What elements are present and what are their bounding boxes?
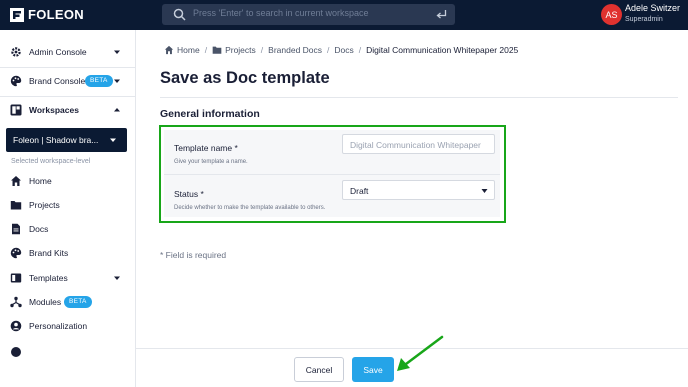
logo-text: FOLEON	[28, 7, 84, 22]
breadcrumb-branded-docs[interactable]: Branded Docs	[268, 45, 322, 55]
status-help: Decide whether to make the template avai…	[174, 205, 326, 211]
sidebar-divider	[0, 96, 135, 97]
foleon-logo[interactable]: FOLEON	[10, 7, 84, 22]
save-button[interactable]: Save	[352, 357, 394, 382]
sidebar-item-admin-console[interactable]: Admin Console	[0, 41, 135, 63]
sidebar: Admin Console Brand Console BETA Workspa…	[0, 30, 136, 387]
status-select[interactable]: Draft	[342, 180, 495, 200]
chevron-down-icon	[114, 79, 120, 83]
search-input[interactable]: Press 'Enter' to search in current works…	[193, 8, 369, 18]
sidebar-item-label: Brand Kits	[29, 248, 69, 258]
sidebar-item-label: Templates	[29, 273, 68, 283]
template-name-label: Template name *	[174, 143, 238, 153]
title-divider	[160, 97, 678, 98]
required-field-note: * Field is required	[160, 250, 227, 260]
template-name-help: Give your template a name.	[174, 159, 248, 165]
breadcrumb: Home / Projects / Branded Docs / Docs / …	[164, 45, 518, 55]
foleon-logo-icon	[10, 7, 24, 22]
chevron-down-icon	[114, 50, 120, 54]
gear-icon	[11, 47, 21, 57]
section-title: General information	[160, 108, 260, 120]
sidebar-item-label: Brand Console	[29, 76, 86, 86]
palette-icon	[10, 247, 22, 259]
sidebar-item-docs[interactable]: Docs	[0, 218, 135, 240]
sidebar-item-label: Projects	[29, 200, 60, 210]
template-name-value: Digital Communication Whitepaper	[350, 140, 481, 150]
sidebar-item-brand-console[interactable]: Brand Console BETA	[0, 70, 135, 92]
sidebar-item-label: Admin Console	[29, 47, 87, 57]
cancel-button[interactable]: Cancel	[294, 357, 344, 382]
sidebar-item-label: Docs	[29, 224, 49, 234]
enter-key-icon	[436, 10, 447, 19]
beta-badge: BETA	[64, 296, 92, 308]
sidebar-item-workspaces[interactable]: Workspaces	[0, 99, 135, 121]
user-circle-icon	[11, 347, 21, 357]
breadcrumb-separator: /	[358, 45, 362, 55]
status-label: Status *	[174, 189, 204, 199]
folder-icon	[10, 201, 22, 210]
breadcrumb-separator: /	[260, 45, 264, 55]
sidebar-item-projects[interactable]: Projects	[0, 194, 135, 216]
beta-badge: BETA	[85, 75, 113, 87]
template-name-field[interactable]: Digital Communication Whitepaper	[342, 134, 495, 154]
chevron-down-icon	[481, 189, 488, 193]
annotation-arrow-icon	[397, 335, 444, 371]
document-icon	[12, 223, 20, 235]
sidebar-item-brand-kits[interactable]: Brand Kits	[0, 242, 135, 264]
sidebar-item-templates[interactable]: Templates	[0, 267, 135, 289]
sidebar-item-label: Personalization	[29, 321, 88, 331]
sidebar-divider	[0, 67, 135, 68]
search-bar[interactable]: Press 'Enter' to search in current works…	[162, 4, 455, 25]
breadcrumb-current: Digital Communication Whitepaper 2025	[366, 45, 519, 55]
palette-icon	[10, 75, 22, 87]
user-name[interactable]: Adele Switzer	[625, 3, 680, 13]
user-circle-icon	[10, 320, 22, 332]
sidebar-item-label: Workspaces	[29, 105, 79, 115]
workspace-selector-value: Foleon | Shadow bra...	[13, 135, 99, 145]
search-icon	[173, 8, 186, 21]
modules-icon	[10, 296, 22, 308]
breadcrumb-home[interactable]: Home	[177, 45, 200, 55]
breadcrumb-separator: /	[327, 45, 330, 55]
workspace-selector[interactable]: Foleon | Shadow bra...	[6, 128, 127, 152]
user-role: Superadmin	[625, 16, 663, 23]
chevron-up-icon	[114, 108, 120, 112]
avatar[interactable]: AS	[601, 4, 622, 25]
folder-icon	[212, 46, 222, 54]
home-icon	[11, 176, 21, 186]
home-icon	[164, 45, 174, 55]
sidebar-item-home[interactable]: Home	[0, 170, 135, 192]
general-information-form: Template name * Give your template a nam…	[159, 125, 506, 223]
template-icon	[10, 273, 22, 283]
sidebar-item-label: Home	[29, 176, 52, 186]
main-content: Home / Projects / Branded Docs / Docs / …	[136, 30, 688, 350]
workspaces-icon	[10, 104, 22, 116]
status-select-value: Draft	[350, 186, 369, 196]
sidebar-item-truncated[interactable]	[0, 339, 135, 361]
breadcrumb-docs[interactable]: Docs	[334, 45, 353, 55]
breadcrumb-projects[interactable]: Projects	[225, 45, 256, 55]
sidebar-item-personalization[interactable]: Personalization	[0, 315, 135, 337]
breadcrumb-separator: /	[204, 45, 208, 55]
workspace-level-label: Selected workspace-level	[11, 158, 91, 165]
sidebar-item-label: Modules	[29, 297, 62, 307]
form-row-divider	[164, 174, 500, 175]
chevron-down-icon	[110, 138, 116, 142]
form-panel: Template name * Give your template a nam…	[164, 130, 500, 217]
sidebar-item-modules[interactable]: Modules BETA	[0, 291, 135, 313]
page-title: Save as Doc template	[160, 69, 330, 87]
top-bar: FOLEON Press 'Enter' to search in curren…	[0, 0, 688, 30]
chevron-down-icon	[114, 276, 120, 280]
